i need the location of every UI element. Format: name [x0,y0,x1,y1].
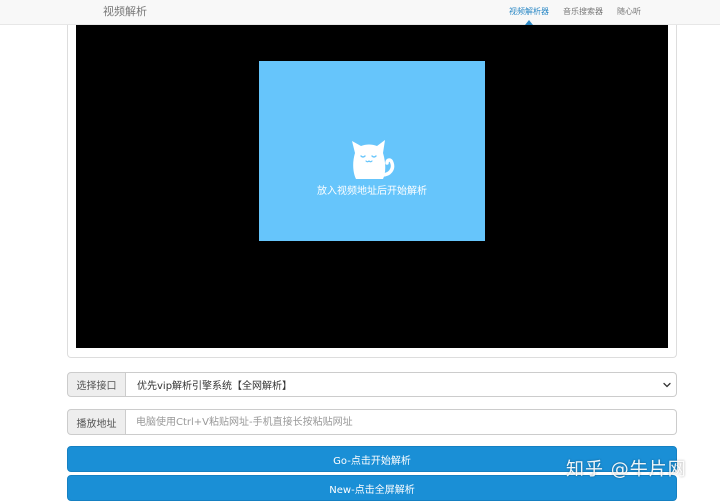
video-player[interactable]: 放入视频地址后开始解析 [76,25,668,348]
brand-link[interactable]: 视频解析 [103,5,147,19]
url-label: 播放地址 [67,409,126,435]
url-input-group: 播放地址 [67,409,677,435]
interface-select-value: 优先vip解析引擎系统【全网解析】 [137,381,293,392]
interface-select[interactable]: 优先vip解析引擎系统【全网解析】 [126,372,677,397]
interface-label: 选择接口 [67,372,126,397]
nav-link-label: 音乐搜索器 [563,7,603,16]
parse-button[interactable]: Go-点击开始解析 [67,446,677,472]
fullscreen-parse-button[interactable]: New-点击全屏解析 [67,475,677,501]
url-input[interactable] [126,409,677,435]
player-panel: 放入视频地址后开始解析 [67,25,677,358]
player-placeholder-text: 放入视频地址后开始解析 [317,186,427,197]
nav-link-music-search[interactable]: 音乐搜索器 [563,6,603,18]
chevron-down-icon [663,382,671,387]
cat-icon [352,140,395,179]
nav-link-listen[interactable]: 随心听 [617,6,641,18]
nav-link-label: 视频解析器 [509,7,549,16]
nav-links: 视频解析器 音乐搜索器 随心听 [509,6,641,25]
interface-select-group: 选择接口 优先vip解析引擎系统【全网解析】 [67,372,677,397]
nav-link-label: 随心听 [617,7,641,16]
nav-link-video-parser[interactable]: 视频解析器 [509,6,549,25]
top-navbar: 视频解析 视频解析器 音乐搜索器 随心听 [0,0,720,25]
player-placeholder-card: 放入视频地址后开始解析 [259,61,485,241]
